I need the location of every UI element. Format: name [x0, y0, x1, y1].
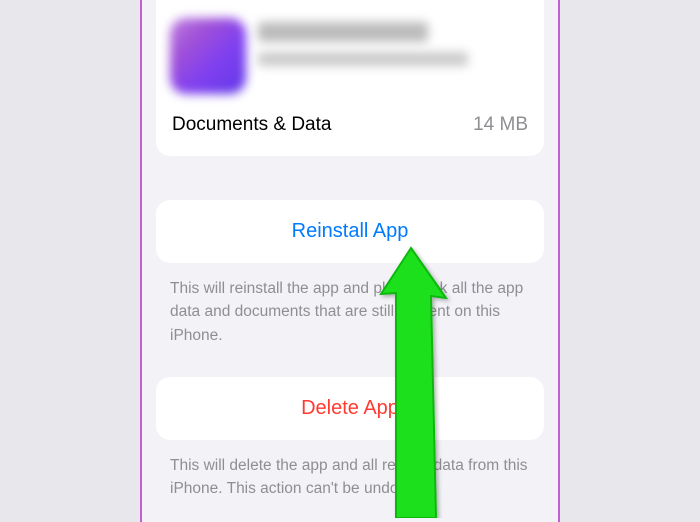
- app-subtitle-blurred: [258, 52, 468, 66]
- app-info-text: [258, 18, 530, 66]
- documents-data-row: Documents & Data 14 MB: [170, 110, 530, 142]
- delete-app-button[interactable]: Delete App: [301, 397, 399, 420]
- delete-hint: This will delete the app and all related…: [170, 454, 530, 501]
- documents-value: 14 MB: [473, 114, 528, 136]
- reinstall-card[interactable]: Reinstall App: [156, 200, 544, 263]
- reinstall-hint: This will reinstall the app and place ba…: [170, 277, 530, 347]
- app-info-card: Documents & Data 14 MB: [156, 0, 544, 156]
- reinstall-app-button[interactable]: Reinstall App: [292, 220, 409, 243]
- delete-card[interactable]: Delete App: [156, 377, 544, 440]
- phone-content: Documents & Data 14 MB Reinstall App Thi…: [140, 0, 560, 522]
- app-icon: [170, 18, 246, 94]
- documents-label: Documents & Data: [172, 114, 331, 136]
- app-header: [170, 18, 530, 94]
- app-name-blurred: [258, 22, 428, 42]
